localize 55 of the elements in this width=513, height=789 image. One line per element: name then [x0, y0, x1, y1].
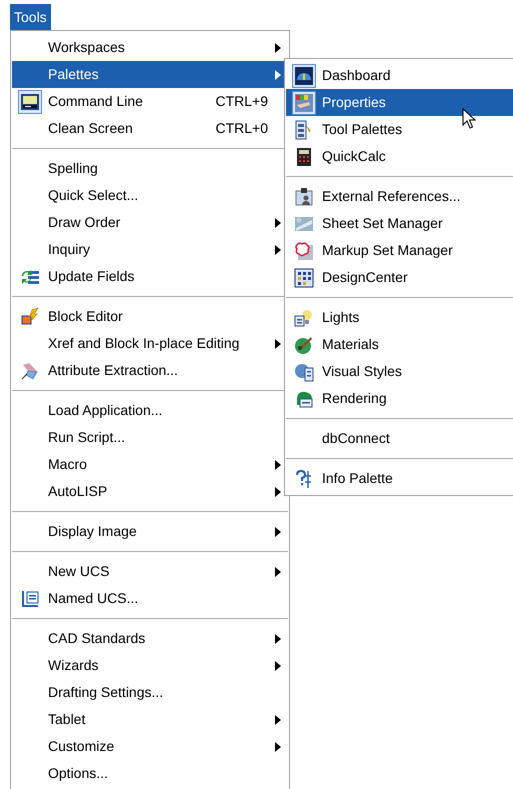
menu-item[interactable]: Properties	[286, 89, 513, 116]
tag-pencil-icon	[20, 360, 40, 380]
menu-item[interactable]: Workspaces	[12, 34, 288, 61]
block-lightning-icon	[20, 306, 40, 326]
menu-item[interactable]: Customize	[12, 733, 288, 760]
menu-item[interactable]: Command Line CTRL+9	[12, 88, 288, 115]
light-bulb-icon	[294, 308, 314, 328]
menu-item[interactable]: Markup Set Manager	[286, 237, 513, 264]
menu-item[interactable]: Wizards	[12, 652, 288, 679]
tool-palette-icon	[294, 120, 314, 140]
menu-item[interactable]: Spelling	[12, 155, 288, 182]
menu-item[interactable]: Xref and Block In-place Editing	[12, 330, 288, 357]
menu-item[interactable]: QuickCalc	[286, 143, 513, 170]
menu-item[interactable]: Visual Styles	[286, 358, 513, 385]
sphere-brush-icon	[294, 334, 314, 354]
menu-item[interactable]: Dashboard	[286, 62, 513, 89]
menu-item[interactable]: dbConnect	[286, 425, 513, 452]
menu-title[interactable]: Tools	[10, 4, 51, 30]
menu-item[interactable]: Tool Palettes	[286, 116, 513, 143]
menu-item[interactable]: Materials	[286, 331, 513, 358]
axis-list-icon	[20, 588, 40, 608]
menu-item[interactable]: Attribute Extraction...	[12, 357, 288, 384]
menu-item[interactable]: Drafting Settings...	[12, 679, 288, 706]
menu-item[interactable]: DesignCenter	[286, 264, 513, 291]
menu-item[interactable]: Block Editor	[12, 303, 288, 330]
menu-item[interactable]: Sheet Set Manager	[286, 210, 513, 237]
sphere-panel-icon	[294, 362, 314, 382]
menu-item[interactable]: AutoLISP	[12, 478, 288, 505]
clipboard-person-icon	[294, 186, 314, 206]
menu-item[interactable]: Quick Select...	[12, 182, 288, 209]
shortcut-label: CTRL+9	[215, 92, 268, 111]
menu-item[interactable]: Options...	[12, 760, 288, 787]
menu-item[interactable]: Draw Order	[12, 209, 288, 236]
menu-item[interactable]: Rendering	[286, 385, 513, 412]
shortcut-label: CTRL+0	[215, 119, 268, 138]
menu-item[interactable]: Update Fields	[12, 263, 288, 290]
menu-item[interactable]: CAD Standards	[12, 625, 288, 652]
menu-item[interactable]: New UCS	[12, 558, 288, 585]
menu-item[interactable]: Inquiry	[12, 236, 288, 263]
calculator-icon	[294, 146, 314, 166]
grid-panel-icon	[294, 268, 314, 288]
menu-item[interactable]: Named UCS...	[12, 585, 288, 612]
mouse-pointer-icon	[462, 108, 476, 130]
menu-item[interactable]: Clean Screen CTRL+0	[12, 115, 288, 142]
menu-item[interactable]: External References...	[286, 183, 513, 210]
menu-item[interactable]: Load Application...	[12, 397, 288, 424]
menu-item[interactable]: Display Image	[12, 518, 288, 545]
menu-item[interactable]: Info Palette	[286, 465, 513, 492]
menu-item[interactable]: Macro	[12, 451, 288, 478]
menu-item[interactable]: Run Script...	[12, 424, 288, 451]
dashboard-icon	[294, 66, 314, 86]
cloud-markup-icon	[294, 240, 314, 260]
question-sliders-icon	[294, 468, 314, 488]
menu-item[interactable]: Lights	[286, 304, 513, 331]
menu-item[interactable]: Tablet	[12, 706, 288, 733]
